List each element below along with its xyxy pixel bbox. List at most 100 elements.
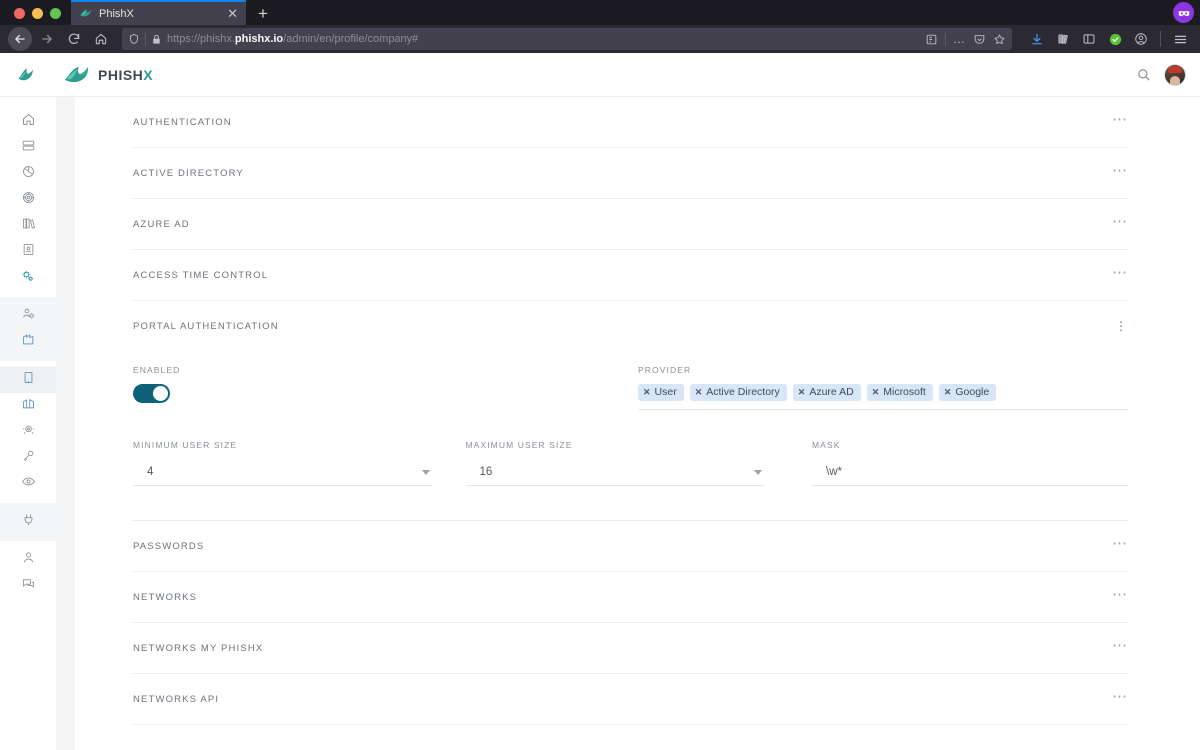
sidebar-item-home[interactable]	[0, 109, 56, 135]
account-circle-icon[interactable]	[1129, 27, 1153, 51]
chevron-down-icon[interactable]	[754, 469, 762, 475]
sidebar-item-webcam[interactable]	[0, 419, 56, 445]
user-avatar[interactable]	[1164, 63, 1186, 86]
url-bar[interactable]: https://phishx.phishx.io/admin/en/profil…	[122, 28, 1012, 50]
books-icon	[21, 216, 36, 236]
sidebar-item-settings[interactable]	[0, 265, 56, 291]
sidebar-item-company[interactable]	[0, 367, 56, 393]
section-header[interactable]: Authentication ⋯	[133, 97, 1128, 147]
section-header[interactable]: Networks ⋯	[133, 572, 1128, 622]
sidebar-item-messages[interactable]	[0, 573, 56, 599]
chevron-down-icon[interactable]	[421, 469, 430, 475]
settings-sections-list: Authentication ⋯ Active Directory ⋯ Azur…	[75, 97, 1200, 725]
section-header[interactable]: Access Time Control ⋯	[133, 250, 1128, 300]
toggle-knob	[153, 386, 168, 401]
sidebar-item-user-management[interactable]	[0, 303, 56, 329]
section-menu-button[interactable]: ⋮	[1114, 320, 1128, 332]
close-window-button[interactable]	[14, 8, 25, 19]
webcam-icon	[21, 422, 36, 442]
pocket-icon[interactable]	[973, 33, 986, 46]
section-title: Access Time Control	[133, 269, 269, 281]
section-header[interactable]: Passwords ⋯	[133, 521, 1128, 571]
provider-chip-google[interactable]: ✕ Google	[938, 384, 997, 401]
portal-authentication-body: Enabled Provider ✕ User	[133, 351, 1128, 520]
maximize-window-button[interactable]	[50, 8, 61, 19]
remove-chip-icon[interactable]: ✕	[695, 387, 703, 398]
section-header[interactable]: Portal Authentication ⋮	[133, 301, 1128, 351]
download-arrow-icon[interactable]	[1025, 27, 1049, 51]
section-header[interactable]: Azure AD ⋯	[133, 199, 1128, 249]
sidebar-item-analytics[interactable]	[0, 161, 56, 187]
sidebar-item-visibility[interactable]	[0, 471, 56, 497]
reload-icon[interactable]	[62, 27, 86, 51]
brand-name: PHISHX	[98, 67, 153, 83]
sidebar-item-branches[interactable]	[0, 393, 56, 419]
sidebar-item-servers[interactable]	[0, 135, 56, 161]
minimum-user-size-select[interactable]: 4	[133, 459, 432, 486]
nav-group-company	[0, 361, 56, 503]
section-header[interactable]: Networks My PhishX ⋯	[133, 623, 1128, 673]
section-menu-button[interactable]: ⋯	[1112, 214, 1128, 229]
section-authentication: Authentication ⋯	[133, 97, 1128, 148]
sidebar-item-profile[interactable]	[0, 547, 56, 573]
section-header[interactable]: Networks API ⋯	[133, 674, 1128, 724]
mask-input[interactable]: \w*	[812, 459, 1128, 486]
green-check-icon[interactable]	[1103, 27, 1127, 51]
remove-chip-icon[interactable]: ✕	[872, 387, 880, 398]
library-icon[interactable]	[1051, 27, 1075, 51]
close-tab-button[interactable]: ✕	[227, 7, 238, 20]
sidebar-gutter	[56, 97, 75, 750]
section-menu-button[interactable]: ⋯	[1112, 112, 1128, 127]
reader-mode-icon[interactable]	[925, 33, 938, 46]
star-bookmark-icon[interactable]	[993, 33, 1006, 46]
brand[interactable]: PHISHX	[64, 64, 153, 86]
section-title: Networks API	[133, 693, 220, 705]
tracking-protection-shield-icon[interactable]	[128, 33, 140, 45]
chip-label: Active Directory	[706, 386, 780, 398]
maximum-user-size-select[interactable]: 16	[465, 459, 764, 486]
section-menu-button[interactable]: ⋯	[1112, 536, 1128, 551]
pie-chart-icon	[21, 164, 36, 184]
header-actions	[1136, 63, 1186, 86]
minimum-user-size-label: Minimum User Size	[133, 440, 238, 450]
provider-chip-active-directory[interactable]: ✕ Active Directory	[689, 384, 787, 401]
sidebar-item-organization[interactable]	[0, 329, 56, 355]
sidebar-item-integrations[interactable]	[0, 509, 56, 535]
maximum-user-size-label: Maximum User Size	[465, 440, 573, 450]
search-magnifier-icon[interactable]	[1136, 67, 1151, 82]
brand-name-text: PHISH	[98, 66, 144, 83]
section-passwords: Passwords ⋯	[133, 521, 1128, 572]
provider-chip-user[interactable]: ✕ User	[638, 384, 684, 401]
browser-tab-phishx[interactable]: PhishX ✕	[71, 0, 246, 25]
section-menu-button[interactable]: ⋯	[1112, 587, 1128, 602]
sidebar-item-contacts[interactable]	[0, 239, 56, 265]
remove-chip-icon[interactable]: ✕	[643, 387, 651, 398]
phishx-logo-mark	[0, 65, 56, 84]
minimize-window-button[interactable]	[32, 8, 43, 19]
section-menu-button[interactable]: ⋯	[1112, 638, 1128, 653]
section-networks: Networks ⋯	[133, 572, 1128, 623]
sidebar-item-targets[interactable]	[0, 187, 56, 213]
sidebar-item-library[interactable]	[0, 213, 56, 239]
section-menu-button[interactable]: ⋯	[1112, 689, 1128, 704]
remove-chip-icon[interactable]: ✕	[944, 387, 952, 398]
back-arrow-icon[interactable]	[8, 27, 32, 51]
section-header[interactable]: Active Directory ⋯	[133, 148, 1128, 198]
provider-chip-microsoft[interactable]: ✕ Microsoft	[866, 384, 933, 401]
forward-arrow-icon[interactable]	[35, 27, 59, 51]
hamburger-menu-icon[interactable]	[1168, 27, 1192, 51]
section-azure-ad: Azure AD ⋯	[133, 199, 1128, 250]
provider-chip-azure-ad[interactable]: ✕ Azure AD	[792, 384, 861, 401]
enabled-provider-row: Enabled Provider ✕ User	[133, 365, 1128, 410]
enabled-toggle[interactable]	[133, 384, 170, 403]
section-menu-button[interactable]: ⋯	[1112, 265, 1128, 280]
provider-chips[interactable]: ✕ User ✕ Active Directory ✕ Azure AD ✕ M…	[638, 384, 1128, 410]
sidebar-item-keys[interactable]	[0, 445, 56, 471]
new-tab-button[interactable]: +	[246, 5, 278, 25]
home-icon[interactable]	[89, 27, 113, 51]
remove-chip-icon[interactable]: ✕	[798, 387, 806, 398]
sidebar-toggle-icon[interactable]	[1077, 27, 1101, 51]
chip-label: Azure AD	[809, 386, 854, 398]
section-menu-button[interactable]: ⋯	[1112, 163, 1128, 178]
extension-badge-icon[interactable]	[1173, 2, 1194, 23]
